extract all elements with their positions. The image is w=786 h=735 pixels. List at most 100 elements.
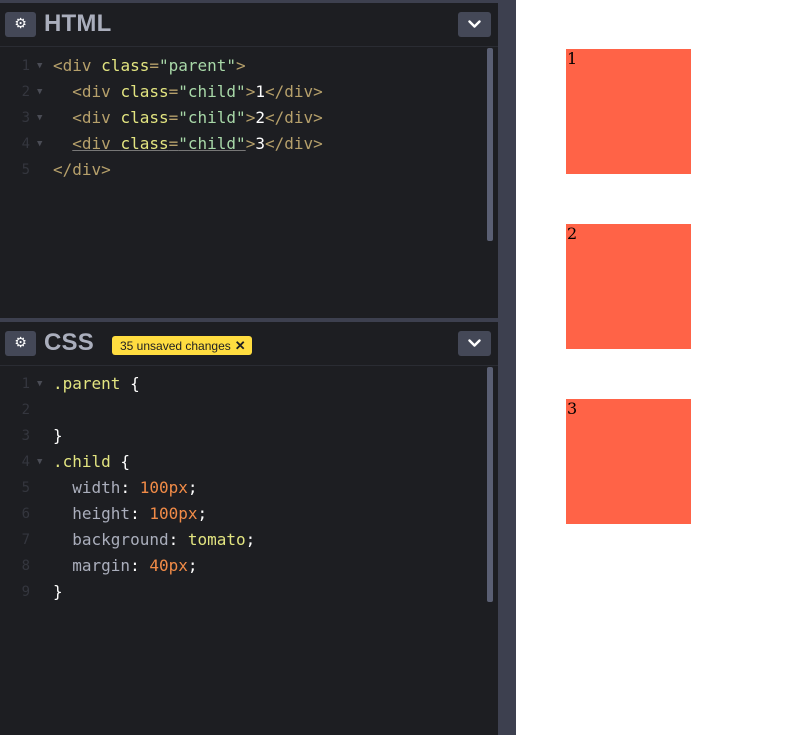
preview-child-box: 2 <box>566 224 691 349</box>
code-token: 3 <box>255 134 265 153</box>
code-token: : <box>130 504 150 523</box>
code-text: <div class="parent"> <box>53 53 246 79</box>
code-text: background: tomato; <box>53 527 255 553</box>
code-token: class <box>120 108 169 127</box>
unsaved-changes-badge[interactable]: 35 unsaved changes ✕ <box>112 336 252 355</box>
code-token: 100px <box>139 478 188 497</box>
code-token: .child <box>53 452 111 471</box>
code-token: ; <box>187 478 198 497</box>
line-number: 8 <box>21 558 30 574</box>
css-settings-button[interactable]: ⚙ <box>5 331 36 356</box>
line-number: 5 <box>21 480 30 496</box>
line-number: 5 <box>21 162 30 178</box>
fold-arrow-icon[interactable]: ▼ <box>37 53 42 79</box>
code-line[interactable]: 3 ▼ <div class="child">2</div> <box>0 105 498 131</box>
code-line[interactable]: 1 ▼ <div class="parent"> <box>0 53 498 79</box>
code-token: > <box>245 82 256 101</box>
code-token: : <box>130 556 150 575</box>
code-token: "child" <box>178 82 246 101</box>
line-number: 3 <box>21 110 30 126</box>
chevron-down-icon <box>468 339 481 347</box>
line-number: 6 <box>21 506 30 522</box>
line-number: 4 <box>21 136 30 152</box>
code-line[interactable]: 5 width: 100px; <box>0 475 498 501</box>
css-collapse-button[interactable] <box>458 331 491 356</box>
css-pane-header: ⚙ CSS 35 unsaved changes ✕ <box>0 322 498 366</box>
line-number: 1 <box>21 58 30 74</box>
fold-arrow-icon[interactable]: ▼ <box>37 449 42 475</box>
line-number: 7 <box>21 532 30 548</box>
code-token: ; <box>197 504 208 523</box>
code-line[interactable]: 1 ▼ .parent { <box>0 371 498 397</box>
chevron-down-icon <box>468 20 481 28</box>
line-number: 9 <box>21 584 30 600</box>
code-token: = <box>168 134 179 153</box>
html-code-editor[interactable]: 1 ▼ <div class="parent"> 2 ▼ <div class="chi… <box>0 53 498 183</box>
code-token: </div> <box>53 160 111 179</box>
code-token: <div <box>53 56 102 75</box>
code-token: "parent" <box>158 56 237 75</box>
line-number: 4 <box>21 454 30 470</box>
code-token: } <box>53 426 63 445</box>
code-token: class <box>120 82 169 101</box>
fold-arrow-icon[interactable]: ▼ <box>37 371 42 397</box>
code-token: </div> <box>264 134 323 153</box>
code-token: class <box>101 56 150 75</box>
code-token: margin <box>72 556 131 575</box>
code-line[interactable]: 2 ▼ <div class="child">1</div> <box>0 79 498 105</box>
gear-icon: ⚙ <box>14 16 27 32</box>
code-line[interactable]: 6 height: 100px; <box>0 501 498 527</box>
code-token: = <box>168 108 179 127</box>
code-token: 2 <box>255 108 265 127</box>
code-line[interactable]: 8 margin: 40px; <box>0 553 498 579</box>
code-text: height: 100px; <box>53 501 207 527</box>
code-token: > <box>245 134 256 153</box>
fold-arrow-icon[interactable]: ▼ <box>37 105 42 131</box>
css-scrollbar[interactable] <box>487 367 493 602</box>
code-line[interactable]: 2 <box>0 397 498 423</box>
code-token: <div <box>72 134 121 153</box>
code-line[interactable]: 9} <box>0 579 498 605</box>
code-token: : <box>120 478 140 497</box>
css-code-editor[interactable]: 1 ▼ .parent {2 3} 4 ▼ .child {5 width: 100px; 6… <box>0 371 498 605</box>
html-scrollbar[interactable] <box>487 48 493 241</box>
code-line[interactable]: 4 ▼ .child { <box>0 449 498 475</box>
code-token: background <box>72 530 169 549</box>
close-icon[interactable]: ✕ <box>235 338 246 353</box>
fold-arrow-icon[interactable]: ▼ <box>37 131 42 157</box>
code-line[interactable]: 4 ▼ <div class="child">3</div> <box>0 131 498 157</box>
line-number: 1 <box>21 376 30 392</box>
code-token: "child" <box>178 134 246 153</box>
code-line[interactable]: 7 background: tomato; <box>0 527 498 553</box>
html-settings-button[interactable]: ⚙ <box>5 12 36 37</box>
code-text: <div class="child">3</div> <box>53 131 323 157</box>
code-token: } <box>53 582 63 601</box>
code-token: width <box>72 478 121 497</box>
code-token: > <box>245 108 256 127</box>
code-token: 1 <box>255 82 265 101</box>
code-line[interactable]: 3} <box>0 423 498 449</box>
line-number: 2 <box>21 84 30 100</box>
code-token: class <box>120 134 169 153</box>
code-token: <div <box>72 82 121 101</box>
fold-arrow-icon[interactable]: ▼ <box>37 79 42 105</box>
code-token: 40px <box>149 556 188 575</box>
code-token: .parent <box>53 374 121 393</box>
code-line[interactable]: 5 </div> <box>0 157 498 183</box>
line-number: 2 <box>21 402 30 418</box>
html-collapse-button[interactable] <box>458 12 491 37</box>
html-pane-title: HTML <box>44 10 112 37</box>
code-text: } <box>53 423 63 449</box>
code-text: margin: 40px; <box>53 553 198 579</box>
code-text: </div> <box>53 157 111 183</box>
preview-panel: 1 2 3 <box>516 0 786 735</box>
code-token: { <box>120 374 140 393</box>
code-token: </div> <box>264 108 323 127</box>
code-token: ; <box>187 556 198 575</box>
preview-resize-handle[interactable] <box>498 0 516 735</box>
code-text: <div class="child">2</div> <box>53 105 323 131</box>
